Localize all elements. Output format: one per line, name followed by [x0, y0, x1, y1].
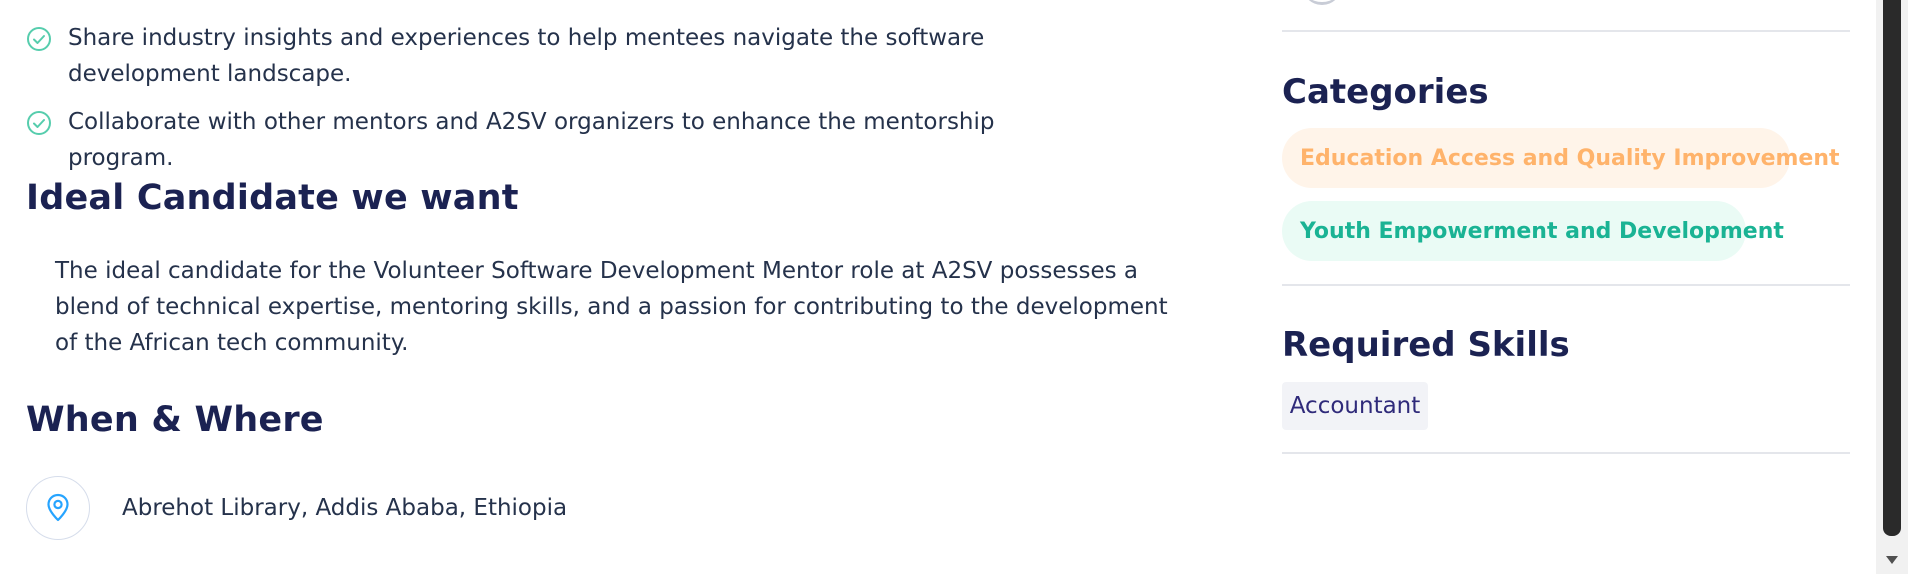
- scroll-down-arrow-icon[interactable]: [1886, 556, 1898, 564]
- required-skills-title: Required Skills: [1282, 325, 1570, 365]
- when-where-title: When & Where: [26, 400, 324, 440]
- categories-title: Categories: [1282, 72, 1489, 112]
- list-item: Collaborate with other mentors and A2SV …: [26, 104, 1166, 176]
- skill-tag: Accountant: [1282, 382, 1428, 430]
- check-circle-icon: [27, 27, 51, 51]
- scrollbar-thumb[interactable]: [1883, 0, 1901, 536]
- check-circle-icon: [27, 111, 51, 135]
- responsibility-text: Share industry insights and experiences …: [68, 25, 985, 87]
- responsibility-text: Collaborate with other mentors and A2SV …: [68, 109, 995, 171]
- ideal-candidate-title: Ideal Candidate we want: [26, 178, 519, 218]
- location-text: Abrehot Library, Addis Ababa, Ethiopia: [122, 495, 568, 521]
- category-chip-education: Education Access and Quality Improvement: [1282, 128, 1840, 188]
- location-pin-icon: [47, 493, 69, 522]
- job-detail-page: Share industry insights and experiences …: [0, 0, 1908, 574]
- divider: [1282, 30, 1850, 32]
- list-item: Share industry insights and experiences …: [26, 20, 1166, 92]
- scrollbar[interactable]: [1876, 0, 1908, 574]
- location-icon-wrapper: [26, 476, 90, 540]
- divider: [1282, 452, 1850, 454]
- category-chip-youth: Youth Empowerment and Development: [1282, 201, 1784, 261]
- responsibilities-list: Share industry insights and experiences …: [26, 20, 1166, 188]
- location-row: Abrehot Library, Addis Ababa, Ethiopia: [26, 476, 567, 540]
- ideal-candidate-text: The ideal candidate for the Volunteer So…: [55, 258, 1168, 356]
- calendar-icon: [1302, 0, 1342, 5]
- divider: [1282, 284, 1850, 286]
